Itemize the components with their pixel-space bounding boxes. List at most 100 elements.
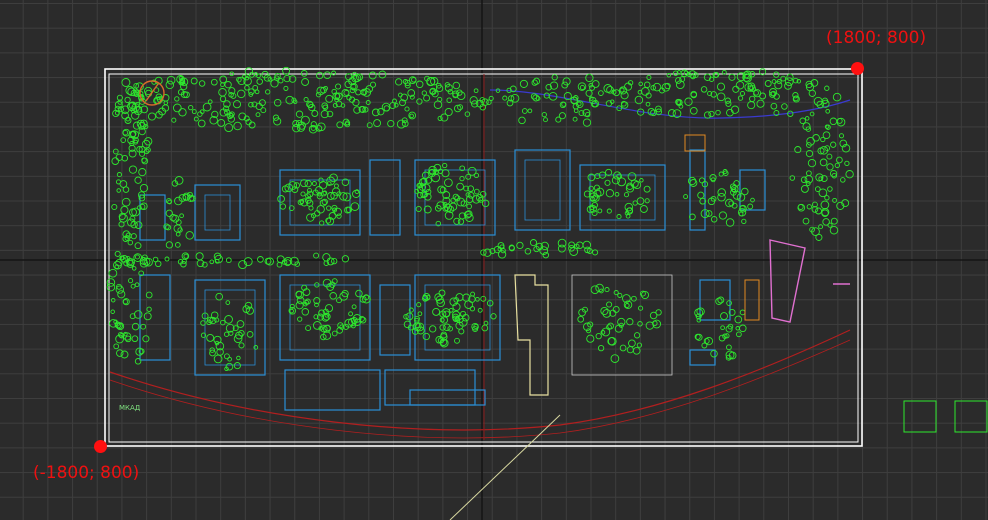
tree-symbol — [527, 108, 533, 114]
tree-symbol — [300, 70, 308, 77]
building-outline — [284, 369, 381, 411]
tree-symbol — [106, 282, 116, 292]
tree-symbol — [710, 216, 718, 223]
tree-symbol — [836, 117, 846, 127]
tree-symbol — [134, 254, 140, 260]
tree-symbol — [311, 181, 317, 186]
tree-symbol — [301, 308, 310, 316]
tree-symbol — [252, 84, 259, 91]
tree-symbol — [197, 111, 203, 117]
tree-symbol — [355, 289, 363, 298]
tree-symbol — [121, 78, 131, 87]
tree-symbol — [737, 95, 744, 101]
tree-symbol — [633, 332, 641, 339]
tree-symbol — [808, 89, 816, 97]
road-curve-inner — [109, 339, 851, 439]
tree-symbol — [439, 324, 446, 331]
tree-symbol — [510, 93, 520, 103]
tree-symbol — [700, 86, 708, 93]
tree-symbol — [316, 71, 324, 80]
tree-symbol — [806, 204, 812, 210]
tree-symbol — [819, 158, 828, 167]
tree-symbol — [623, 192, 630, 198]
tree-symbol — [606, 208, 612, 214]
top-right-corner-marker[interactable] — [851, 62, 864, 75]
tree-symbol — [459, 175, 465, 182]
tree-symbol — [717, 296, 725, 304]
tree-symbol — [392, 98, 397, 104]
tree-symbol — [464, 300, 473, 309]
building-outline — [379, 284, 411, 356]
tree-symbol — [193, 116, 199, 122]
tree-symbol — [224, 123, 234, 133]
tree-symbol — [295, 301, 304, 310]
tree-symbol — [220, 82, 225, 88]
tree-symbol — [169, 213, 177, 222]
tree-symbol — [393, 102, 399, 108]
tree-symbol — [717, 192, 726, 202]
tree-symbol — [619, 344, 627, 352]
tree-symbol — [297, 316, 303, 322]
tree-symbol — [179, 213, 184, 219]
tree-symbol — [433, 100, 443, 109]
building-outline — [699, 279, 731, 321]
building-courtyard — [204, 289, 256, 366]
tree-symbol — [736, 331, 742, 338]
tree-symbol — [502, 95, 508, 101]
tree-symbol — [185, 231, 194, 240]
building-courtyard — [524, 159, 561, 221]
tree-symbol — [807, 158, 817, 168]
building-outline — [689, 149, 706, 231]
tree-symbol — [117, 290, 126, 299]
tree-symbol — [557, 244, 566, 253]
tree-symbol — [312, 321, 322, 330]
tree-symbol — [255, 112, 261, 118]
orange-building-2 — [744, 279, 760, 321]
tree-symbol — [224, 81, 232, 89]
tree-symbol — [490, 313, 497, 320]
tree-symbol — [295, 110, 304, 118]
tree-symbol — [726, 300, 732, 306]
tree-symbol — [171, 117, 177, 123]
tree-symbol — [604, 179, 611, 186]
tree-symbol — [303, 96, 309, 103]
tree-symbol — [844, 160, 850, 167]
tree-symbol — [292, 120, 300, 127]
tree-symbol — [409, 113, 414, 119]
site-plan-drawing — [0, 0, 988, 520]
tree-symbol — [244, 85, 250, 91]
tree-symbol — [741, 218, 747, 225]
tree-symbol — [551, 74, 558, 81]
tree-symbol — [613, 89, 620, 97]
tree-symbol — [141, 157, 149, 165]
tree-symbol — [131, 335, 139, 343]
tree-symbol — [368, 71, 377, 80]
tree-symbol — [475, 296, 480, 302]
tree-symbol — [174, 176, 184, 185]
tree-symbol — [452, 193, 459, 201]
tree-symbol — [739, 309, 746, 316]
trees-layer — [106, 66, 854, 372]
tree-symbol — [323, 71, 332, 80]
cad-viewport[interactable]: МКАД (1800; 800) (-1800; 800) — [0, 0, 988, 520]
tree-symbol — [607, 322, 614, 330]
tree-symbol — [206, 333, 215, 342]
tree-symbol — [572, 116, 578, 122]
bottom-left-corner-marker[interactable] — [94, 440, 107, 453]
tree-symbol — [519, 79, 528, 88]
tree-symbol — [417, 311, 423, 317]
tree-symbol — [747, 101, 756, 110]
diagonal-line — [449, 414, 561, 520]
tree-symbol — [174, 242, 181, 248]
tree-symbol — [576, 101, 582, 107]
tree-symbol — [521, 108, 528, 114]
tree-symbol — [215, 292, 224, 301]
tree-symbol — [729, 183, 737, 190]
tree-symbol — [836, 156, 843, 164]
tree-symbol — [643, 81, 651, 89]
tree-symbol — [582, 118, 592, 127]
tree-symbol — [130, 283, 136, 289]
tree-symbol — [715, 109, 721, 116]
tree-symbol — [606, 301, 613, 308]
tree-symbol — [165, 209, 173, 217]
